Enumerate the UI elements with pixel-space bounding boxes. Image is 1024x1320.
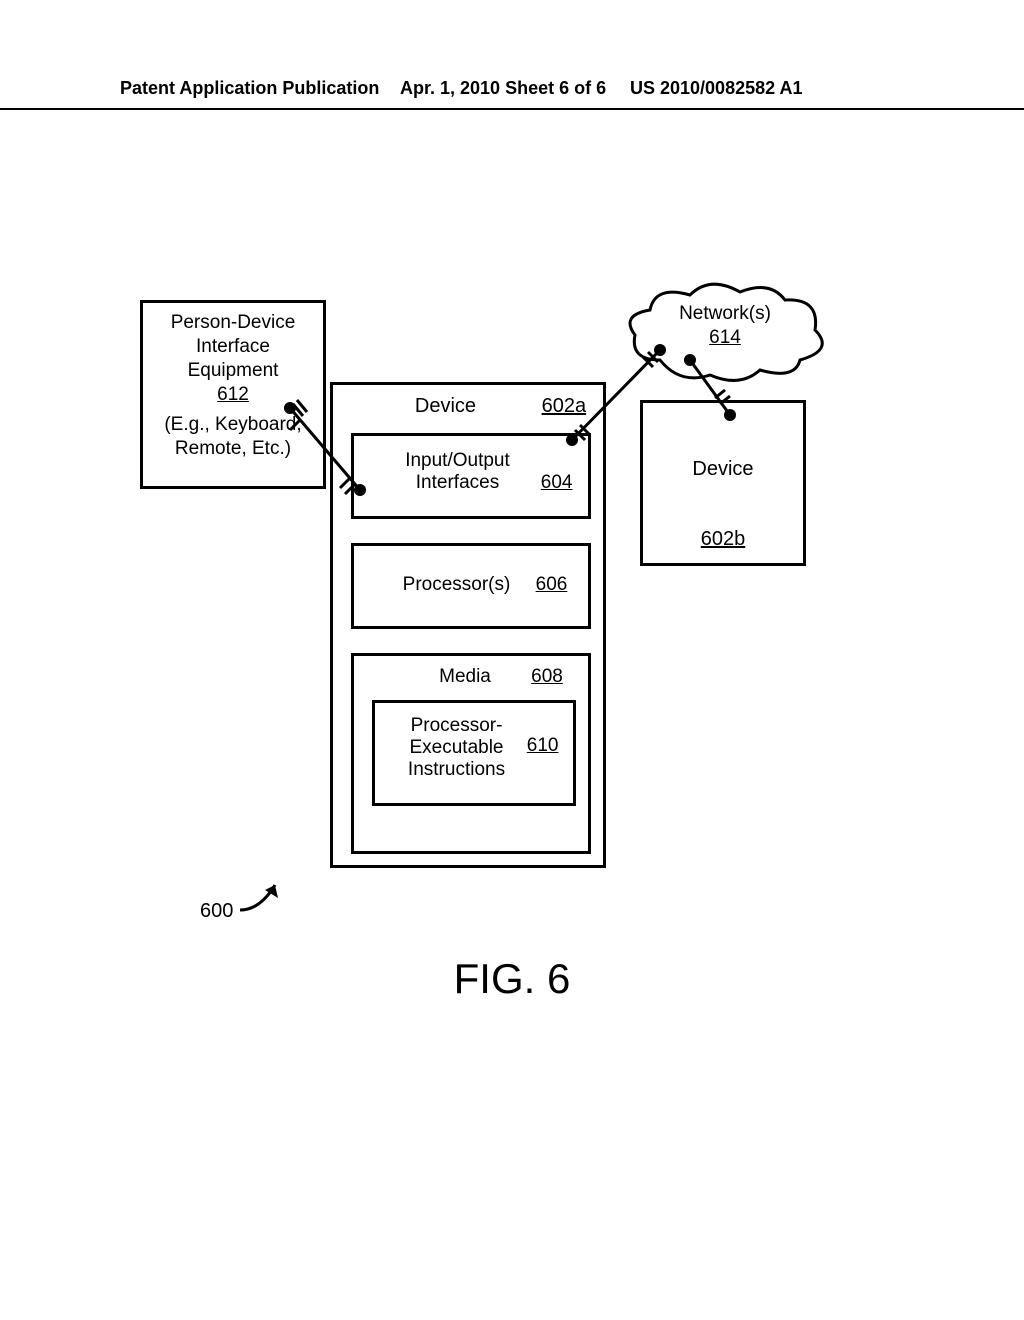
instructions-label: Processor- Executable Instructions bbox=[402, 715, 512, 781]
device-a-ref: 602a bbox=[542, 395, 587, 418]
instructions-ref: 610 bbox=[527, 735, 559, 757]
figure-label: FIG. 6 bbox=[0, 955, 1024, 1003]
page: Patent Application Publication Apr. 1, 2… bbox=[0, 0, 1024, 1320]
media-box: Media 608 Processor- Executable Instruct… bbox=[351, 653, 591, 854]
pdie-line3: Equipment bbox=[143, 359, 323, 383]
instructions-title: Processor- Executable Instructions 610 bbox=[375, 715, 573, 781]
media-label: Media bbox=[439, 666, 491, 688]
device-a-title: Device 602a bbox=[333, 395, 603, 418]
device-b-label: Device bbox=[643, 458, 803, 481]
media-title: Media 608 bbox=[354, 666, 588, 688]
network-label: Network(s) bbox=[620, 302, 830, 326]
pdie-ref: 612 bbox=[143, 383, 323, 407]
device-a-label: Device bbox=[415, 395, 476, 418]
pdie-line1: Person-Device bbox=[143, 311, 323, 335]
network-text: Network(s) 614 bbox=[620, 302, 830, 350]
pdie-note: (E.g., Keyboard, Remote, Etc.) bbox=[143, 413, 323, 461]
header-center: Apr. 1, 2010 Sheet 6 of 6 bbox=[400, 78, 606, 99]
io-interfaces-box: Input/Output Interfaces 604 bbox=[351, 433, 591, 519]
pdie-line2: Interface bbox=[143, 335, 323, 359]
device-a-box: Device 602a Input/Output Interfaces 604 … bbox=[330, 382, 606, 868]
media-ref: 608 bbox=[531, 666, 563, 688]
processors-ref: 606 bbox=[536, 574, 568, 596]
io-title: Input/Output Interfaces 604 bbox=[354, 450, 588, 494]
io-label: Input/Output Interfaces bbox=[398, 450, 518, 494]
processors-label: Processor(s) bbox=[403, 574, 511, 596]
io-ref: 604 bbox=[541, 472, 573, 494]
system-ref-label: 600 bbox=[200, 900, 233, 923]
header-left: Patent Application Publication bbox=[120, 78, 379, 99]
instructions-box: Processor- Executable Instructions 610 bbox=[372, 700, 576, 806]
processors-box: Processor(s) 606 bbox=[351, 543, 591, 629]
network-cloud: Network(s) 614 bbox=[620, 280, 830, 390]
processors-title: Processor(s) 606 bbox=[354, 574, 588, 596]
header-right: US 2010/0082582 A1 bbox=[630, 78, 802, 99]
person-device-interface-box: Person-Device Interface Equipment 612 (E… bbox=[140, 300, 326, 489]
system-ref-arrow bbox=[240, 885, 278, 910]
network-ref: 614 bbox=[620, 326, 830, 350]
device-b-ref: 602b bbox=[643, 528, 803, 551]
page-header: Patent Application Publication Apr. 1, 2… bbox=[0, 78, 1024, 110]
device-b-box: Device 602b bbox=[640, 400, 806, 566]
